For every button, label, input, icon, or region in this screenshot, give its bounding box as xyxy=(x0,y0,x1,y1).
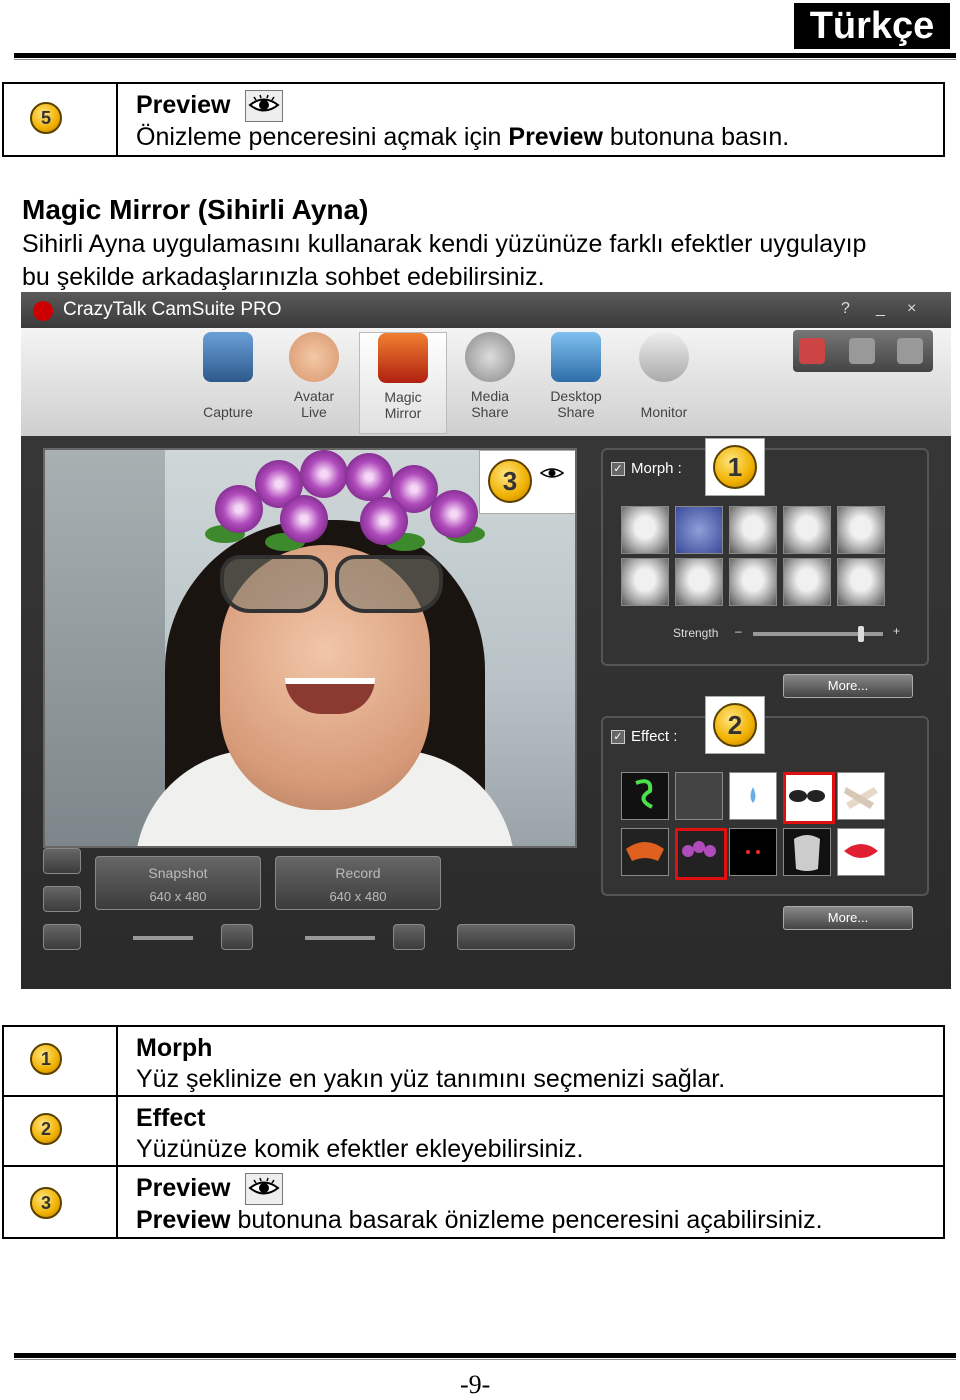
mode-toolbar: Capture Avatar Live Magic Mirror Media Shar… xyxy=(21,328,951,436)
security-camera-icon xyxy=(639,332,689,382)
strength-knob[interactable] xyxy=(858,626,865,642)
item-desc: Önizleme penceresini açmak için Preview … xyxy=(136,123,790,152)
no-cam-icon[interactable] xyxy=(799,338,825,364)
flower-crown-effect xyxy=(195,450,495,555)
morph-more-button[interactable]: More... xyxy=(783,674,913,698)
effect-thumb-selected[interactable] xyxy=(783,772,835,824)
playback-bar[interactable] xyxy=(457,924,575,950)
language-badge: Türkçe xyxy=(794,3,950,49)
media-icon[interactable] xyxy=(43,924,81,950)
snapshot-button[interactable]: Snapshot 640 x 480 xyxy=(95,856,261,910)
number-badge: 3 xyxy=(30,1187,62,1219)
header-rule-thin xyxy=(14,59,956,60)
video-preview: 3 xyxy=(43,448,577,848)
page-number: -9- xyxy=(460,1370,491,1399)
music-slider[interactable] xyxy=(305,936,375,940)
speaker-icon[interactable] xyxy=(221,924,253,950)
text-tool-icon[interactable] xyxy=(43,886,81,912)
close-button[interactable]: × xyxy=(907,300,916,318)
section-heading: Magic Mirror (Sihirli Ayna) xyxy=(22,194,369,225)
preview-item-table: 5 Preview Önizleme penceresini açmak içi… xyxy=(2,82,945,157)
footer-rule-thin xyxy=(14,1359,956,1360)
callout-1: 1 xyxy=(705,438,765,496)
effect-thumb[interactable] xyxy=(675,772,723,820)
morph-thumb[interactable] xyxy=(675,506,723,554)
tab-magic-mirror[interactable]: Magic Mirror xyxy=(359,332,447,434)
settings-gear-icon[interactable] xyxy=(849,338,875,364)
window-title: CrazyTalk CamSuite PRO xyxy=(63,299,282,320)
number-badge: 2 xyxy=(30,1113,62,1145)
morph-thumb[interactable] xyxy=(783,506,831,554)
morph-thumb[interactable] xyxy=(621,506,669,554)
item-title: Effect xyxy=(136,1104,206,1132)
help-button[interactable]: ? xyxy=(841,300,850,318)
glasses-effect xyxy=(220,555,328,613)
camsuite-window: CrazyTalk CamSuite PRO ? _ × Capture Ava… xyxy=(21,292,951,989)
header-rule xyxy=(14,53,956,58)
toolbar-tools xyxy=(793,330,933,372)
mask-icon xyxy=(378,333,428,383)
item-text-cell: Preview Önizleme penceresini açmak için … xyxy=(116,82,945,157)
capture-controls: Snapshot 640 x 480 Record 640 x 480 xyxy=(43,848,575,960)
eye-icon xyxy=(245,1173,284,1206)
legend-table: 1 Morph Yüz şeklinize en yakın yüz tanım… xyxy=(2,1025,945,1239)
effect-checkbox[interactable]: ✓ Effect : xyxy=(611,728,677,745)
tab-media-share[interactable]: Media Share xyxy=(447,332,533,432)
effect-thumb-selected[interactable] xyxy=(675,828,727,880)
eq-icon[interactable] xyxy=(393,924,425,950)
minimize-button[interactable]: _ xyxy=(876,300,885,318)
item-number-cell: 5 xyxy=(2,82,118,157)
effect-more-button[interactable]: More... xyxy=(783,906,913,930)
callout-2: 2 xyxy=(705,696,765,754)
volume-slider[interactable] xyxy=(133,936,193,940)
effect-thumb[interactable] xyxy=(621,828,669,876)
item-desc: Preview butonuna basarak önizleme pencer… xyxy=(136,1206,823,1235)
morph-thumb[interactable] xyxy=(783,558,831,606)
baby-face-icon xyxy=(289,332,339,382)
effect-panel: ✓ Effect : 2 xyxy=(601,696,929,896)
camera-switch-icon[interactable] xyxy=(43,848,81,874)
effect-thumb[interactable] xyxy=(729,772,777,820)
morph-thumb[interactable] xyxy=(729,558,777,606)
film-reel-icon xyxy=(465,332,515,382)
preview-eye-icon[interactable] xyxy=(539,465,565,486)
eye-icon xyxy=(245,90,284,123)
morph-thumb[interactable] xyxy=(621,558,669,606)
tab-desktop-share[interactable]: Desktop Share xyxy=(533,332,619,432)
webcam-icon xyxy=(203,332,253,382)
effect-thumb[interactable] xyxy=(837,772,885,820)
strength-slider[interactable] xyxy=(753,626,883,642)
morph-thumb[interactable] xyxy=(837,558,885,606)
item-title: Morph xyxy=(136,1034,213,1062)
tab-monitor[interactable]: Monitor xyxy=(621,332,707,432)
item-title: Preview xyxy=(136,1174,231,1202)
effect-thumb[interactable] xyxy=(783,828,831,876)
item-desc: Yüz şeklinize en yakın yüz tanımını seçm… xyxy=(136,1065,726,1093)
app-logo-icon xyxy=(33,301,53,321)
morph-panel: ✓ Morph : 1 Strength – + xyxy=(601,438,929,666)
number-badge: 1 xyxy=(30,1043,62,1075)
item-title: Preview xyxy=(136,91,231,119)
item-desc: Yüzünüze komik efektler ekleyebilirsiniz… xyxy=(136,1135,584,1163)
monitor-icon xyxy=(551,332,601,382)
number-badge: 5 xyxy=(30,102,62,134)
effect-thumb[interactable] xyxy=(837,828,885,876)
tab-capture[interactable]: Capture xyxy=(185,332,271,432)
camera-tools-icon[interactable] xyxy=(897,338,923,364)
effect-thumb[interactable] xyxy=(729,828,777,876)
effect-thumb[interactable] xyxy=(621,772,669,820)
callout-3: 3 xyxy=(479,450,575,514)
section-paragraph: Sihirli Ayna uygulamasını kullanarak ken… xyxy=(22,230,867,291)
morph-thumb[interactable] xyxy=(729,506,777,554)
morph-thumb[interactable] xyxy=(675,558,723,606)
window-titlebar: CrazyTalk CamSuite PRO ? _ × xyxy=(21,292,951,328)
footer-rule xyxy=(14,1353,956,1358)
morph-thumb[interactable] xyxy=(837,506,885,554)
strength-label: Strength xyxy=(673,626,719,640)
record-button[interactable]: Record 640 x 480 xyxy=(275,856,441,910)
morph-checkbox[interactable]: ✓ Morph : xyxy=(611,460,682,477)
tab-avatar-live[interactable]: Avatar Live xyxy=(271,332,357,432)
